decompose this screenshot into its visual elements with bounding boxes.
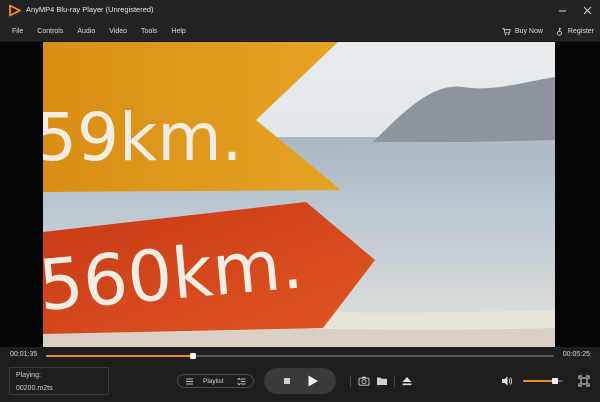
video-frame: 59km. 560km. — [43, 42, 555, 347]
folder-icon — [377, 377, 387, 385]
volume-slider[interactable] — [523, 378, 563, 384]
register-label: Register — [567, 28, 594, 35]
speaker-icon — [502, 376, 513, 386]
buy-now-button[interactable]: Buy Now — [502, 27, 543, 36]
separator — [394, 376, 395, 387]
separator — [350, 376, 351, 387]
menu-video[interactable]: Video — [102, 21, 134, 42]
volume-level — [523, 380, 555, 382]
eject-icon — [402, 377, 412, 386]
stop-button[interactable] — [284, 378, 290, 384]
play-button[interactable] — [307, 375, 319, 387]
playlist-button[interactable]: Playlist — [177, 374, 254, 388]
sort-list-icon — [237, 377, 246, 386]
playing-label: Playing: — [16, 372, 41, 379]
playlist-label: Playlist — [203, 378, 224, 385]
sign-top-text: 59km. — [43, 99, 242, 176]
cart-icon — [502, 27, 511, 36]
list-icon — [186, 378, 193, 385]
title-bar: AnyMP4 Blu-ray Player (Unregistered) — [0, 0, 600, 21]
open-folder-button[interactable] — [376, 375, 388, 387]
seek-bar[interactable] — [46, 353, 554, 359]
snapshot-button[interactable] — [358, 375, 370, 387]
minimize-button[interactable] — [550, 0, 575, 21]
close-icon — [583, 6, 592, 15]
menu-audio[interactable]: Audio — [70, 21, 102, 42]
play-icon — [308, 375, 318, 387]
volume-button[interactable] — [501, 375, 513, 387]
camera-icon — [358, 376, 370, 386]
menu-right: Buy Now Register — [502, 21, 594, 42]
total-time: 00:05:25 — [562, 351, 590, 358]
volume-handle[interactable] — [552, 378, 558, 384]
window-title: AnyMP4 Blu-ray Player (Unregistered) — [26, 5, 154, 14]
menu-file[interactable]: File — [5, 21, 30, 42]
menu-items: File Controls Audio Video Tools Help — [5, 21, 193, 42]
now-playing-box: Playing: 00200.m2ts — [9, 367, 109, 395]
seek-progress — [46, 355, 194, 357]
fullscreen-button[interactable] — [578, 375, 590, 387]
key-icon — [557, 27, 562, 36]
menu-bar: File Controls Audio Video Tools Help Buy… — [0, 21, 600, 42]
buy-now-label: Buy Now — [514, 28, 543, 35]
minimize-icon — [559, 10, 566, 12]
play-triangle-logo-icon — [9, 4, 21, 17]
close-button[interactable] — [575, 0, 600, 21]
menu-controls[interactable]: Controls — [30, 21, 70, 42]
control-panel: 00:01:35 00:05:25 Playing: 00200.m2ts Pl… — [0, 347, 600, 402]
playing-file-name: 00200.m2ts — [16, 385, 53, 392]
transport-controls — [264, 368, 336, 394]
menu-help[interactable]: Help — [164, 21, 192, 42]
current-time: 00:01:35 — [10, 351, 38, 358]
window-controls — [550, 0, 600, 21]
seek-handle[interactable] — [190, 353, 197, 359]
menu-tools[interactable]: Tools — [134, 21, 164, 42]
fullscreen-icon — [578, 375, 590, 387]
eject-button[interactable] — [401, 375, 413, 387]
video-area[interactable]: 59km. 560km. — [0, 42, 600, 347]
register-button[interactable]: Register — [555, 27, 594, 36]
